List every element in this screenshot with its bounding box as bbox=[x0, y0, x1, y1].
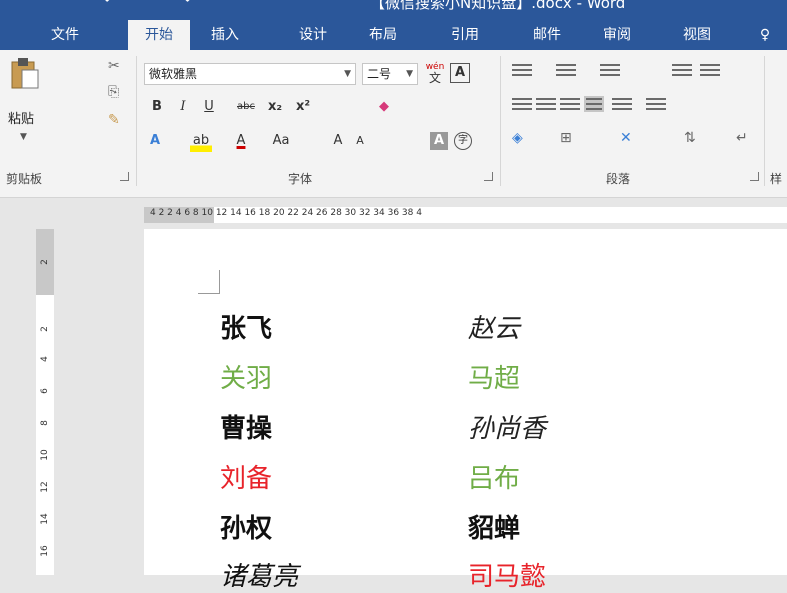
paragraph-group-label: 段落 bbox=[606, 172, 631, 186]
styles-group-label: 样 bbox=[770, 172, 783, 186]
subscript-button[interactable]: x₂ bbox=[264, 96, 286, 118]
show-marks-icon[interactable]: ↵ bbox=[736, 130, 748, 146]
vruler-number: 2 bbox=[40, 326, 50, 332]
name-right-3: 孙尚香 bbox=[468, 414, 547, 444]
name-left-4: 刘备 bbox=[220, 464, 273, 494]
char-shading-button[interactable]: A bbox=[430, 132, 448, 150]
ribbon: 粘贴 ▼ ✂ ⎘ ✎ 微软雅黑 ▼ 二号 ▼ wén 文 A B I U abc… bbox=[0, 50, 787, 198]
align-left-icon[interactable] bbox=[512, 98, 532, 114]
align-right-icon[interactable] bbox=[560, 98, 580, 114]
font-group-label: 字体 bbox=[288, 172, 313, 186]
vruler-number: 16 bbox=[40, 545, 50, 557]
paragraph-launcher-icon[interactable] bbox=[750, 172, 759, 181]
name-left-5: 孙权 bbox=[220, 514, 273, 544]
borders-icon[interactable]: ⊞ bbox=[560, 130, 572, 146]
highlight-button[interactable]: ab bbox=[190, 130, 212, 152]
vruler-number: 10 bbox=[40, 449, 50, 461]
align-center-icon[interactable] bbox=[536, 98, 556, 114]
superscript-button[interactable]: x² bbox=[292, 96, 314, 118]
bold-button[interactable]: B bbox=[148, 96, 166, 118]
grow-font-button[interactable]: A bbox=[330, 130, 346, 152]
tell-me-icon[interactable]: ♀ bbox=[750, 20, 780, 50]
margin-corner-mark bbox=[198, 270, 220, 294]
name-right-4: 吕布 bbox=[468, 464, 521, 494]
shading-icon[interactable]: ◈ bbox=[512, 130, 523, 146]
format-painter-icon[interactable]: ✎ bbox=[108, 112, 120, 128]
tab-layout[interactable]: 布局 bbox=[358, 20, 408, 50]
name-left-3: 曹操 bbox=[220, 414, 273, 444]
tab-view[interactable]: 视图 bbox=[672, 20, 722, 50]
numbering-icon[interactable] bbox=[556, 64, 576, 80]
copy-icon[interactable]: ⎘ bbox=[108, 84, 119, 100]
paste-dropdown-icon[interactable]: ▼ bbox=[20, 132, 27, 142]
font-launcher-icon[interactable] bbox=[484, 172, 493, 181]
tab-insert[interactable]: 插入 bbox=[200, 20, 250, 50]
horizontal-ruler[interactable]: 4 2 2 4 6 8 10 12 14 16 18 20 22 24 26 2… bbox=[0, 199, 787, 229]
name-right-1: 赵云 bbox=[468, 314, 521, 344]
vruler-number: 6 bbox=[40, 388, 50, 394]
ruler-numbers: 4 2 2 4 6 8 10 12 14 16 18 20 22 24 26 2… bbox=[150, 208, 422, 218]
clipboard-group-label: 剪贴板 bbox=[6, 172, 43, 186]
tab-references[interactable]: 引用 bbox=[440, 20, 490, 50]
font-size-select[interactable]: 二号 ▼ bbox=[362, 63, 418, 85]
clear-formatting-icon[interactable]: ◆ bbox=[374, 96, 394, 118]
multilevel-list-icon[interactable] bbox=[600, 64, 620, 80]
vruler-number: 8 bbox=[40, 420, 50, 426]
text-effects-button[interactable]: A bbox=[146, 130, 164, 152]
name-left-1: 张飞 bbox=[220, 314, 273, 344]
bullets-icon[interactable] bbox=[512, 64, 532, 80]
justify-icon[interactable] bbox=[584, 96, 604, 112]
chevron-down-icon: ▼ bbox=[406, 69, 413, 79]
font-name-value: 微软雅黑 bbox=[149, 67, 198, 81]
underline-button[interactable]: U bbox=[200, 96, 218, 118]
vruler-number: 4 bbox=[40, 356, 50, 362]
strikethrough-button[interactable]: abc bbox=[232, 96, 260, 118]
name-right-5: 貂蝉 bbox=[468, 514, 521, 544]
char-border-button[interactable]: A bbox=[450, 63, 470, 83]
sort-icon[interactable]: ⇅ bbox=[684, 130, 696, 146]
clipboard-launcher-icon[interactable] bbox=[120, 172, 129, 181]
line-spacing-icon[interactable] bbox=[646, 98, 666, 114]
ribbon-group-labels: 剪贴板 字体 段落 样 bbox=[0, 164, 787, 186]
enclose-char-button[interactable]: 字 bbox=[454, 132, 472, 150]
chevron-down-icon: ▼ bbox=[344, 69, 351, 79]
vruler-number: 14 bbox=[40, 513, 50, 525]
phonetic-char: 文 bbox=[428, 71, 441, 85]
font-size-value: 二号 bbox=[367, 67, 392, 81]
change-case-button[interactable]: Aa bbox=[268, 130, 294, 152]
tab-home[interactable]: 开始 bbox=[128, 20, 190, 50]
decrease-indent-icon[interactable] bbox=[672, 64, 692, 80]
cut-icon[interactable]: ✂ bbox=[108, 58, 120, 74]
ribbon-tabs: 文件 开始 插入 设计 布局 引用 邮件 审阅 视图 ♀ bbox=[0, 20, 787, 50]
italic-button[interactable]: I bbox=[174, 96, 192, 118]
title-bar: ▀ ↶ ↷ 【微信搜索小N知识盘】.docx - Word bbox=[0, 0, 787, 20]
phonetic-guide-button[interactable]: wén 文 bbox=[424, 62, 446, 84]
tab-review[interactable]: 审阅 bbox=[592, 20, 642, 50]
paste-label[interactable]: 粘贴 bbox=[8, 108, 34, 127]
paste-icon[interactable] bbox=[10, 56, 40, 90]
shrink-font-button[interactable]: A bbox=[352, 130, 368, 152]
chinese-layout-icon[interactable]: ✕ bbox=[620, 130, 632, 146]
vruler-number: 12 bbox=[40, 481, 50, 493]
name-left-2: 关羽 bbox=[220, 364, 273, 394]
font-color-button[interactable]: A bbox=[232, 130, 250, 152]
tab-file[interactable]: 文件 bbox=[40, 20, 90, 50]
window-title: 【微信搜索小N知识盘】.docx - Word bbox=[370, 0, 626, 12]
tab-design[interactable]: 设计 bbox=[288, 20, 338, 50]
name-right-2: 马超 bbox=[468, 364, 521, 394]
font-name-select[interactable]: 微软雅黑 ▼ bbox=[144, 63, 356, 85]
quick-access-toolbar[interactable]: ▀ ↶ ↷ bbox=[30, 0, 219, 9]
distributed-icon[interactable] bbox=[612, 98, 632, 114]
tab-mailings[interactable]: 邮件 bbox=[522, 20, 572, 50]
vruler-number: 2 bbox=[40, 259, 50, 265]
increase-indent-icon[interactable] bbox=[700, 64, 720, 80]
